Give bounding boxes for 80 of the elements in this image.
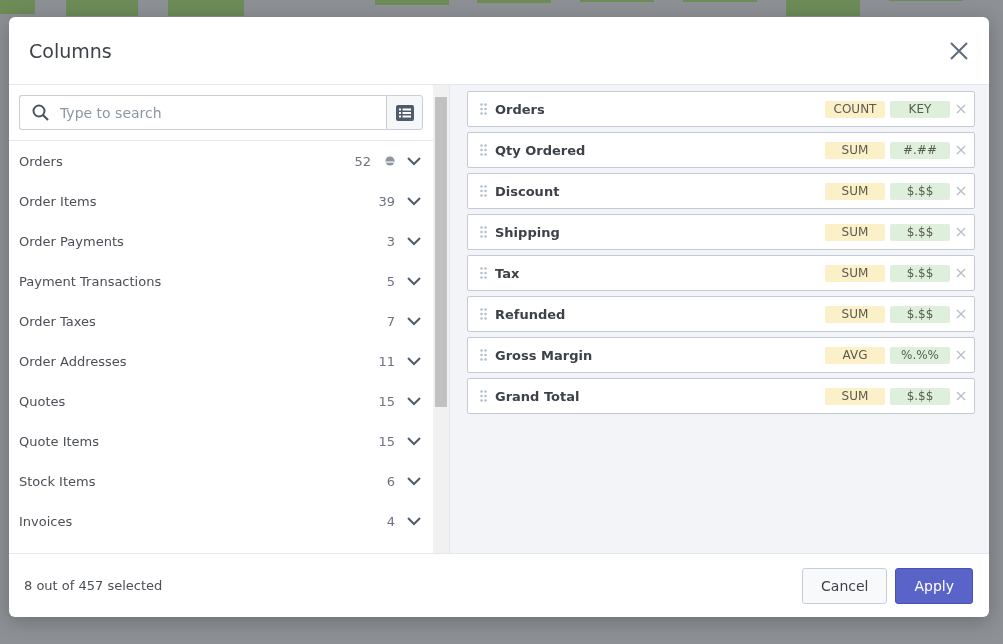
scrollbar[interactable] (433, 85, 449, 553)
list-view-button[interactable] (386, 95, 423, 130)
aggregate-tag[interactable]: COUNT (825, 100, 885, 118)
aggregate-tag[interactable]: SUM (825, 182, 885, 200)
column-name: Grand Total (495, 388, 581, 404)
drag-handle-icon[interactable] (480, 103, 487, 115)
column-count: 15 (378, 393, 395, 409)
group-row[interactable]: Orders 52 (9, 141, 433, 181)
format-tag[interactable]: $.$$ (890, 264, 950, 282)
column-name: Shipping (495, 224, 561, 240)
column-name: Tax (495, 265, 521, 281)
column-count: 5 (386, 273, 395, 289)
group-row[interactable]: Order Items 39 (9, 181, 433, 221)
group-label: Order Taxes (19, 313, 97, 329)
format-tag[interactable]: KEY (890, 100, 950, 118)
group-row[interactable]: Quotes 15 (9, 381, 433, 421)
group-row[interactable]: Order Taxes 7 (9, 301, 433, 341)
format-tag[interactable]: $.$$ (890, 223, 950, 241)
group-label: Quotes (19, 393, 67, 409)
format-tag[interactable]: #.## (890, 141, 950, 159)
column-name: Qty Ordered (495, 142, 587, 158)
selected-column-row[interactable]: Qty Ordered SUM #.## (467, 132, 975, 168)
group-label: Orders (19, 153, 64, 169)
drag-handle-icon[interactable] (480, 308, 487, 320)
aggregate-tag[interactable]: SUM (825, 387, 885, 405)
column-name: Orders (495, 101, 546, 117)
format-tag[interactable]: %.%% (890, 346, 950, 364)
group-label: Order Payments (19, 233, 125, 249)
selected-column-row[interactable]: Refunded SUM $.$$ (467, 296, 975, 332)
column-count: 3 (386, 233, 395, 249)
group-row[interactable]: Stock Items 6 (9, 461, 433, 501)
column-count: 52 (354, 153, 371, 169)
drag-handle-icon[interactable] (480, 267, 487, 279)
group-label: Quote Items (19, 433, 101, 449)
format-tag[interactable]: $.$$ (890, 182, 950, 200)
column-count: 6 (386, 473, 395, 489)
aggregate-tag[interactable]: SUM (825, 305, 885, 323)
dialog-title: Columns (29, 39, 112, 62)
list-icon[interactable] (395, 104, 414, 121)
aggregate-tag[interactable]: SUM (825, 264, 885, 282)
column-count: 11 (378, 353, 395, 369)
group-row[interactable]: Payment Transactions 5 (9, 261, 433, 301)
drag-handle-icon[interactable] (480, 144, 487, 156)
drag-handle-icon[interactable] (480, 226, 487, 238)
format-tag[interactable]: $.$$ (890, 387, 950, 405)
selected-column-row[interactable]: Discount SUM $.$$ (467, 173, 975, 209)
selected-column-row[interactable]: Tax SUM $.$$ (467, 255, 975, 291)
column-count: 7 (386, 313, 395, 329)
column-name: Discount (495, 183, 561, 199)
column-name: Gross Margin (495, 347, 594, 363)
group-row[interactable]: Quote Items 15 (9, 421, 433, 461)
selected-column-row[interactable]: Orders COUNT KEY (467, 91, 975, 127)
group-row[interactable]: Order Addresses 11 (9, 341, 433, 381)
selected-column-row[interactable]: Gross Margin AVG %.%% (467, 337, 975, 373)
drag-handle-icon[interactable] (480, 390, 487, 402)
apply-button[interactable]: Apply (895, 567, 973, 604)
group-label: Order Items (19, 193, 98, 209)
group-label: Order Addresses (19, 353, 128, 369)
cancel-button[interactable]: Cancel (802, 567, 888, 604)
selected-column-row[interactable]: Shipping SUM $.$$ (467, 214, 975, 250)
selection-status: 8 out of 457 selected (24, 578, 164, 593)
drag-handle-icon[interactable] (480, 349, 487, 361)
close-button[interactable] (949, 40, 969, 61)
column-name: Refunded (495, 306, 567, 322)
aggregate-tag[interactable]: SUM (825, 141, 885, 159)
aggregate-tag[interactable]: SUM (825, 223, 885, 241)
column-count: 4 (386, 513, 395, 529)
column-count: 15 (378, 433, 395, 449)
group-row[interactable]: Order Payments 3 (9, 221, 433, 261)
drag-handle-icon[interactable] (480, 185, 487, 197)
aggregate-tag[interactable]: AVG (825, 346, 885, 364)
selected-column-row[interactable]: Grand Total SUM $.$$ (467, 378, 975, 414)
group-label: Payment Transactions (19, 273, 163, 289)
search-field[interactable]: Type to search (19, 95, 386, 130)
column-count: 39 (378, 193, 395, 209)
group-row[interactable]: Invoices 4 (9, 501, 433, 541)
group-label: Stock Items (19, 473, 97, 489)
search-icon (32, 104, 49, 121)
group-label: Invoices (19, 513, 74, 529)
format-tag[interactable]: $.$$ (890, 305, 950, 323)
